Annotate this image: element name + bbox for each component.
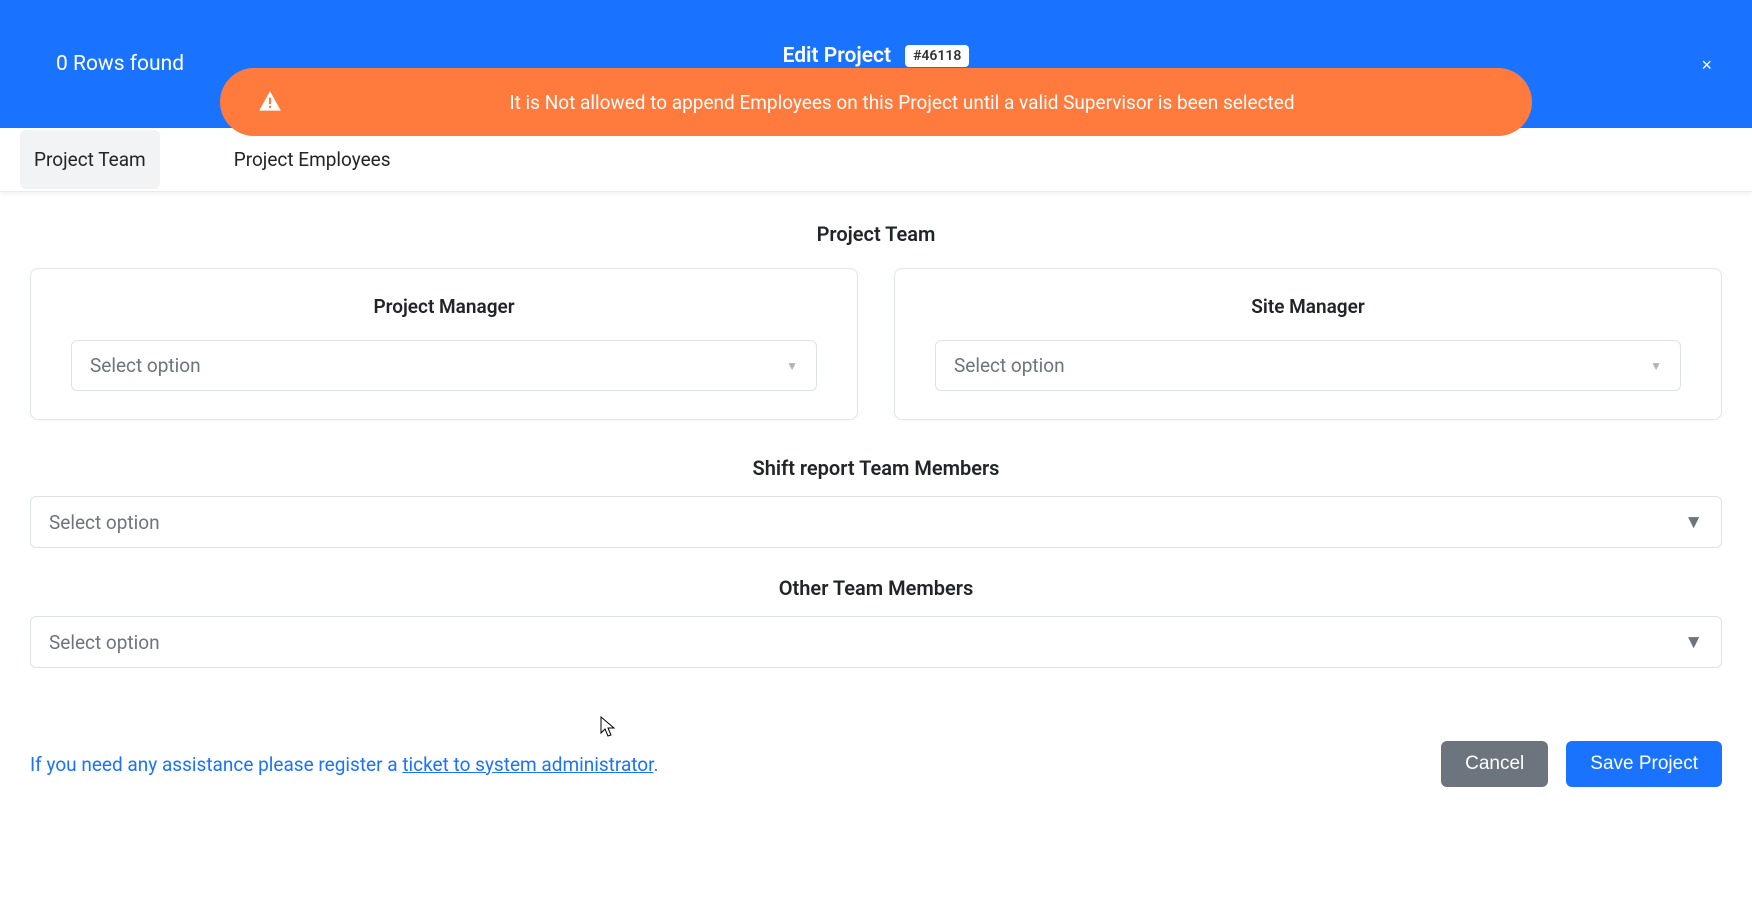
project-id-badge: #46118 [905,45,969,67]
tabs-bar: Project Team Project Employees [0,128,1752,192]
select-placeholder: Select option [49,631,160,654]
project-manager-select[interactable]: Select option ▼ [71,340,817,391]
modal-footer: If you need any assistance please regist… [0,716,1752,811]
site-manager-label: Site Manager [935,295,1681,318]
section-title-shift-report: Shift report Team Members [30,456,1722,480]
project-manager-card: Project Manager Select option ▼ [30,268,858,420]
site-manager-select[interactable]: Select option ▼ [935,340,1681,391]
tab-label: Project Employees [234,148,391,171]
caret-down-icon: ▼ [1650,359,1662,373]
caret-down-icon: ▼ [786,359,798,373]
caret-down-icon: ▼ [1684,510,1703,534]
title-area: Edit Project #46118 [783,44,970,68]
select-placeholder: Select option [49,511,160,534]
other-team-select[interactable]: Select option ▼ [30,616,1722,668]
caret-down-icon: ▼ [1684,630,1703,654]
modal-content: Project Team Project Manager Select opti… [0,192,1752,716]
tab-project-employees[interactable]: Project Employees [220,130,405,189]
save-project-button[interactable]: Save Project [1566,741,1722,787]
help-text: If you need any assistance please regist… [30,753,658,776]
alert-message: It is Not allowed to append Employees on… [308,91,1496,114]
section-title-other-team: Other Team Members [30,576,1722,600]
help-link[interactable]: ticket to system administrator [402,753,653,776]
close-button[interactable]: × [1701,56,1712,74]
card-row: Project Manager Select option ▼ Site Man… [30,268,1722,420]
shift-report-section: Shift report Team Members Select option … [30,456,1722,548]
shift-report-select[interactable]: Select option ▼ [30,496,1722,548]
close-icon: × [1701,55,1712,75]
page-title: Edit Project [783,44,892,68]
alert-banner: It is Not allowed to append Employees on… [220,68,1532,136]
warning-icon [256,88,284,116]
modal-header: 0 Rows found Edit Project #46118 × It is… [0,0,1752,128]
section-title-project-team: Project Team [30,222,1722,246]
footer-actions: Cancel Save Project [1441,741,1722,787]
other-team-section: Other Team Members Select option ▼ [30,576,1722,668]
tab-project-team[interactable]: Project Team [20,130,160,189]
help-prefix: If you need any assistance please regist… [30,753,402,776]
site-manager-card: Site Manager Select option ▼ [894,268,1722,420]
tab-label: Project Team [34,148,146,171]
cancel-button[interactable]: Cancel [1441,741,1548,787]
select-placeholder: Select option [954,354,1065,377]
project-manager-label: Project Manager [71,295,817,318]
help-suffix: . [653,753,658,776]
select-placeholder: Select option [90,354,201,377]
